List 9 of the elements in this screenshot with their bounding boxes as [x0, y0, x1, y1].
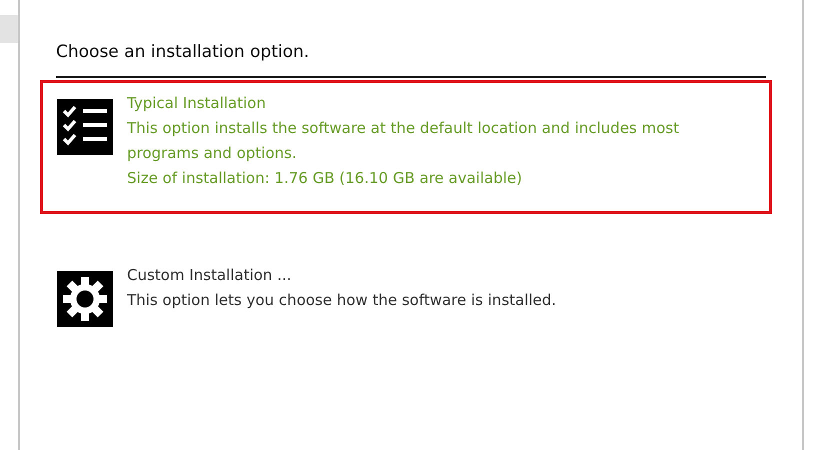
- option-title: Custom Installation ...: [127, 265, 292, 286]
- checklist-icon: [57, 99, 113, 155]
- option-description: This option installs the software at the default location and includes most programs and options.: [127, 118, 680, 164]
- install-option[interactable]: Custom Installation ... This option lets you choose how the software is installed.: [40, 252, 772, 350]
- option-description: Size of installation: 1.76 GB (16.10 GB are available): [127, 168, 524, 189]
- option-description: This option lets you choose how the software is installed.: [127, 290, 558, 311]
- dialog-heading: Choose an installation option.: [56, 42, 310, 62]
- gear-icon: [57, 271, 113, 327]
- option-title: Typical Installation: [127, 93, 267, 114]
